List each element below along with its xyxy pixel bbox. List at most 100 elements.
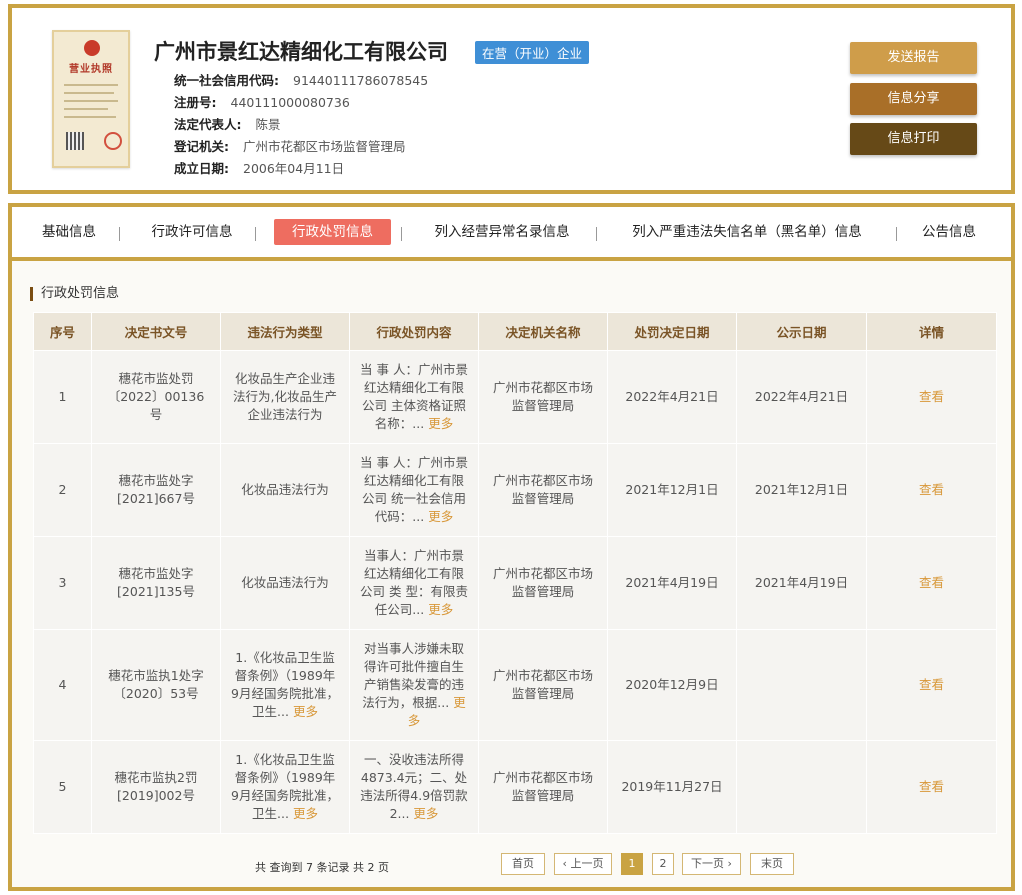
last-page-button[interactable]: 末页 bbox=[750, 853, 794, 875]
first-page-button[interactable]: 首页 bbox=[501, 853, 545, 875]
tab-abnormal-operation[interactable]: 列入经营异常名录信息 bbox=[418, 219, 586, 245]
cell-org: 广州市花都区市场监督管理局 bbox=[478, 443, 608, 537]
cell-type: 化妆品违法行为 bbox=[220, 443, 350, 537]
table-row: 5 穗花市监执2罚[2019]002号 1.《化妆品卫生监督条例》（1989年9… bbox=[33, 740, 997, 834]
cell-decision-date: 2021年4月19日 bbox=[607, 536, 737, 630]
print-info-button[interactable]: 信息打印 bbox=[850, 123, 977, 155]
info-label: 注册号: bbox=[174, 95, 217, 110]
view-link[interactable]: 查看 bbox=[866, 629, 997, 741]
license-line bbox=[64, 100, 118, 102]
tab-basic-info[interactable]: 基础信息 bbox=[30, 219, 108, 245]
cell-decision-date: 2022年4月21日 bbox=[607, 350, 737, 444]
col-header-type: 违法行为类型 bbox=[220, 312, 350, 351]
cell-doc: 穗花市监执2罚[2019]002号 bbox=[91, 740, 221, 834]
table-header-row: 序号 决定书文号 违法行为类型 行政处罚内容 决定机关名称 处罚决定日期 公示日… bbox=[33, 312, 997, 351]
info-credit-code: 统一社会信用代码: 91440111786078545 bbox=[174, 70, 428, 89]
more-link[interactable]: 更多 bbox=[413, 806, 438, 821]
table-row: 3 穗花市监处字[2021]135号 化妆品违法行为 当事人：广州市景红达精细化… bbox=[33, 536, 997, 630]
business-license-image[interactable]: 营业执照 bbox=[52, 30, 130, 168]
info-reg-no: 注册号: 440111000080736 bbox=[174, 92, 350, 111]
tab-admin-penalty[interactable]: 行政处罚信息 bbox=[274, 219, 391, 245]
status-badge: 在营（开业）企业 bbox=[475, 41, 590, 64]
prev-page-button[interactable]: ‹ 上一页 bbox=[554, 853, 612, 875]
tab-separator bbox=[401, 227, 402, 241]
cell-doc: 穗花市监处字[2021]135号 bbox=[91, 536, 221, 630]
page-button-1[interactable]: 1 bbox=[621, 853, 643, 875]
cell-no: 5 bbox=[33, 740, 92, 834]
cell-no: 2 bbox=[33, 443, 92, 537]
tab-separator bbox=[255, 227, 256, 241]
info-value: 2006年04月11日 bbox=[243, 161, 345, 176]
tab-separator bbox=[596, 227, 597, 241]
license-line bbox=[64, 92, 114, 94]
info-value: 陈景 bbox=[255, 117, 281, 132]
share-info-button[interactable]: 信息分享 bbox=[850, 83, 977, 115]
license-line bbox=[64, 108, 108, 110]
col-header-detail: 详情 bbox=[866, 312, 997, 351]
cell-org: 广州市花都区市场监督管理局 bbox=[478, 350, 608, 444]
tab-separator bbox=[119, 227, 120, 241]
cell-publish-date: 2021年4月19日 bbox=[736, 536, 867, 630]
qr-code-icon bbox=[66, 132, 84, 150]
company-name: 广州市景红达精细化工有限公司 bbox=[154, 40, 448, 64]
more-link[interactable]: 更多 bbox=[428, 416, 453, 431]
main-panel: 基础信息 行政许可信息 行政处罚信息 列入经营异常名录信息 列入严重违法失信名单… bbox=[8, 203, 1015, 891]
tab-separator bbox=[896, 227, 897, 241]
col-header-publish-date: 公示日期 bbox=[736, 312, 867, 351]
info-label: 成立日期: bbox=[174, 161, 229, 176]
cell-type: 化妆品生产企业违法行为,化妆品生产企业违法行为 bbox=[220, 350, 350, 444]
tab-announcement[interactable]: 公告信息 bbox=[908, 219, 990, 245]
info-value: 广州市花都区市场监督管理局 bbox=[243, 139, 406, 154]
cell-doc: 穗花市监执1处字〔2020〕53号 bbox=[91, 629, 221, 741]
view-link[interactable]: 查看 bbox=[866, 536, 997, 630]
table-row: 2 穗花市监处字[2021]667号 化妆品违法行为 当 事 人：广州市景红达精… bbox=[33, 443, 997, 537]
cell-publish-date bbox=[736, 629, 867, 741]
tab-blacklist[interactable]: 列入严重违法失信名单（黑名单）信息 bbox=[612, 219, 882, 245]
next-page-button[interactable]: 下一页 › bbox=[682, 853, 741, 875]
cell-type: 化妆品违法行为 bbox=[220, 536, 350, 630]
cell-decision-date: 2021年12月1日 bbox=[607, 443, 737, 537]
more-link[interactable]: 更多 bbox=[428, 602, 453, 617]
cell-publish-date bbox=[736, 740, 867, 834]
license-line bbox=[64, 84, 118, 86]
view-link[interactable]: 查看 bbox=[866, 350, 997, 444]
info-legal-rep: 法定代表人: 陈景 bbox=[174, 114, 281, 133]
cell-type: 1.《化妆品卫生监督条例》（1989年9月经国务院批准，卫生... 更多 bbox=[220, 740, 350, 834]
col-header-no: 序号 bbox=[33, 312, 92, 351]
section-title: 行政处罚信息 bbox=[30, 287, 119, 301]
more-link[interactable]: 更多 bbox=[428, 509, 453, 524]
cell-content: 当事人：广州市景红达精细化工有限公司 类 型：有限责任公司... 更多 bbox=[349, 536, 479, 630]
info-label: 统一社会信用代码: bbox=[174, 73, 279, 88]
content-text: 对当事人涉嫌未取得许可批件擅自生产销售染发膏的违法行为，根据... bbox=[362, 641, 464, 710]
cell-org: 广州市花都区市场监督管理局 bbox=[478, 536, 608, 630]
license-title: 营业执照 bbox=[69, 64, 113, 75]
cell-publish-date: 2022年4月21日 bbox=[736, 350, 867, 444]
col-header-doc: 决定书文号 bbox=[91, 312, 221, 351]
official-seal-icon bbox=[104, 132, 122, 150]
tab-admin-license[interactable]: 行政许可信息 bbox=[142, 219, 242, 245]
cell-no: 3 bbox=[33, 536, 92, 630]
info-label: 法定代表人: bbox=[174, 117, 242, 132]
more-link[interactable]: 更多 bbox=[293, 806, 318, 821]
tab-bar: 基础信息 行政许可信息 行政处罚信息 列入经营异常名录信息 列入严重违法失信名单… bbox=[12, 207, 1011, 261]
info-value: 440111000080736 bbox=[230, 95, 350, 110]
pagination-summary: 共 查询到 7 条记录 共 2 页 bbox=[255, 861, 389, 874]
view-link[interactable]: 查看 bbox=[866, 443, 997, 537]
table-row: 4 穗花市监执1处字〔2020〕53号 1.《化妆品卫生监督条例》（1989年9… bbox=[33, 629, 997, 741]
penalty-table: 序号 决定书文号 违法行为类型 行政处罚内容 决定机关名称 处罚决定日期 公示日… bbox=[33, 312, 997, 834]
cell-content: 一、没收违法所得4873.4元；二、处违法所得4.9倍罚款2... 更多 bbox=[349, 740, 479, 834]
more-link[interactable]: 更多 bbox=[293, 704, 318, 719]
send-report-button[interactable]: 发送报告 bbox=[850, 42, 977, 74]
view-link[interactable]: 查看 bbox=[866, 740, 997, 834]
company-header-card: 营业执照 广州市景红达精细化工有限公司 在营（开业）企业 统一社会信用代码: 91… bbox=[8, 4, 1015, 194]
cell-doc: 穗花市监处字[2021]667号 bbox=[91, 443, 221, 537]
col-header-org: 决定机关名称 bbox=[478, 312, 608, 351]
cell-no: 1 bbox=[33, 350, 92, 444]
table-row: 1 穗花市监处罚〔2022〕00136号 化妆品生产企业违法行为,化妆品生产企业… bbox=[33, 350, 997, 444]
cell-content: 当 事 人：广州市景红达精细化工有限公司 统一社会信用代码：... 更多 bbox=[349, 443, 479, 537]
info-value: 91440111786078545 bbox=[293, 73, 429, 88]
type-text: 1.《化妆品卫生监督条例》（1989年9月经国务院批准，卫生... bbox=[231, 650, 339, 719]
cell-publish-date: 2021年12月1日 bbox=[736, 443, 867, 537]
type-text: 1.《化妆品卫生监督条例》（1989年9月经国务院批准，卫生... bbox=[231, 752, 339, 821]
page-button-2[interactable]: 2 bbox=[652, 853, 674, 875]
